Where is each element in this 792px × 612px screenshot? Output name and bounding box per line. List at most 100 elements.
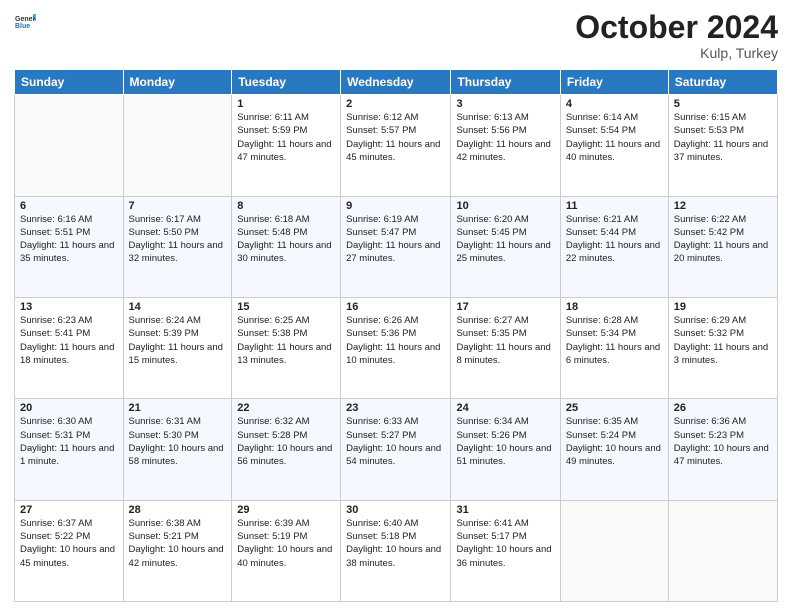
table-row: 2Sunrise: 6:12 AMSunset: 5:57 PMDaylight… <box>341 95 451 196</box>
day-number: 21 <box>129 402 227 414</box>
day-number: 14 <box>129 301 227 313</box>
sunrise-text: Sunrise: 6:16 AM <box>20 214 92 225</box>
daylight-text: Daylight: 11 hours and 15 minutes. <box>129 342 223 366</box>
table-row: 31Sunrise: 6:41 AMSunset: 5:17 PMDayligh… <box>451 500 560 601</box>
day-number: 4 <box>566 98 663 110</box>
daylight-text: Daylight: 11 hours and 27 minutes. <box>346 240 440 264</box>
sunrise-text: Sunrise: 6:11 AM <box>237 112 309 123</box>
sunrise-text: Sunrise: 6:22 AM <box>674 214 746 225</box>
sunset-text: Sunset: 5:28 PM <box>237 430 307 441</box>
sunset-text: Sunset: 5:19 PM <box>237 531 307 542</box>
table-row: 15Sunrise: 6:25 AMSunset: 5:38 PMDayligh… <box>232 297 341 398</box>
sunrise-text: Sunrise: 6:18 AM <box>237 214 309 225</box>
calendar-week-4: 20Sunrise: 6:30 AMSunset: 5:31 PMDayligh… <box>15 399 778 500</box>
day-number: 30 <box>346 504 445 516</box>
sunrise-text: Sunrise: 6:40 AM <box>346 518 418 529</box>
table-row: 14 Sunrise: 6:24 AM Sunset: 5:39 PM Dayligh… <box>123 297 232 398</box>
daylight-text: Daylight: 11 hours and 13 minutes. <box>237 342 331 366</box>
daylight-text: Daylight: 10 hours and 47 minutes. <box>674 443 769 467</box>
sunset-text: Sunset: 5:36 PM <box>346 328 416 339</box>
sunset-text: Sunset: 5:26 PM <box>456 430 526 441</box>
day-info: Sunrise: 6:30 AMSunset: 5:31 PMDaylight:… <box>20 415 118 468</box>
header-sunday: Sunday <box>15 70 124 95</box>
table-row: 5Sunrise: 6:15 AMSunset: 5:53 PMDaylight… <box>668 95 777 196</box>
daylight-text: Daylight: 10 hours and 58 minutes. <box>129 443 224 467</box>
location: Kulp, Turkey <box>575 45 778 61</box>
sunrise-text: Sunrise: 6:23 AM <box>20 315 92 326</box>
day-info: Sunrise: 6:22 AMSunset: 5:42 PMDaylight:… <box>674 213 772 266</box>
daylight-text: Daylight: 11 hours and 32 minutes. <box>129 240 223 264</box>
table-row: 6Sunrise: 6:16 AMSunset: 5:51 PMDaylight… <box>15 196 124 297</box>
calendar-week-3: 13Sunrise: 6:23 AMSunset: 5:41 PMDayligh… <box>15 297 778 398</box>
table-row: 13Sunrise: 6:23 AMSunset: 5:41 PMDayligh… <box>15 297 124 398</box>
header: General Blue October 2024 Kulp, Turkey <box>14 10 778 61</box>
day-info: Sunrise: 6:14 AMSunset: 5:54 PMDaylight:… <box>566 111 663 164</box>
table-row: 20Sunrise: 6:30 AMSunset: 5:31 PMDayligh… <box>15 399 124 500</box>
day-info: Sunrise: 6:21 AMSunset: 5:44 PMDaylight:… <box>566 213 663 266</box>
sunrise-text: Sunrise: 6:21 AM <box>566 214 638 225</box>
sunrise-text: Sunrise: 6:34 AM <box>456 416 528 427</box>
header-monday: Monday <box>123 70 232 95</box>
day-info: Sunrise: 6:31 AMSunset: 5:30 PMDaylight:… <box>129 415 227 468</box>
table-row: 28Sunrise: 6:38 AMSunset: 5:21 PMDayligh… <box>123 500 232 601</box>
daylight-text: Daylight: 10 hours and 38 minutes. <box>346 544 441 568</box>
sunrise-text: Sunrise: 6:37 AM <box>20 518 92 529</box>
sunset-text: Sunset: 5:42 PM <box>674 227 744 238</box>
sunrise-text: Sunrise: 6:41 AM <box>456 518 528 529</box>
calendar-week-2: 6Sunrise: 6:16 AMSunset: 5:51 PMDaylight… <box>15 196 778 297</box>
day-number: 3 <box>456 98 554 110</box>
table-row: 19Sunrise: 6:29 AMSunset: 5:32 PMDayligh… <box>668 297 777 398</box>
daylight-text: Daylight: 10 hours and 56 minutes. <box>237 443 332 467</box>
table-row: 1Sunrise: 6:11 AMSunset: 5:59 PMDaylight… <box>232 95 341 196</box>
month-title: October 2024 <box>575 10 778 45</box>
sunset-text: Sunset: 5:32 PM <box>674 328 744 339</box>
day-number: 5 <box>674 98 772 110</box>
sunrise-text: Sunrise: 6:19 AM <box>346 214 418 225</box>
daylight-text: Daylight: 11 hours and 40 minutes. <box>566 139 660 163</box>
sunrise-text: Sunrise: 6:27 AM <box>456 315 528 326</box>
logo: General Blue <box>14 10 36 32</box>
sunset-text: Sunset: 5:39 PM <box>129 328 199 339</box>
table-row: 12Sunrise: 6:22 AMSunset: 5:42 PMDayligh… <box>668 196 777 297</box>
table-row: 8 Sunrise: 6:18 AM Sunset: 5:48 PM Daylight… <box>232 196 341 297</box>
daylight-text: Daylight: 11 hours and 37 minutes. <box>674 139 768 163</box>
day-info: Sunrise: 6:11 AMSunset: 5:59 PMDaylight:… <box>237 111 335 164</box>
day-number: 23 <box>346 402 445 414</box>
daylight-text: Daylight: 11 hours and 25 minutes. <box>456 240 550 264</box>
sunset-text: Sunset: 5:23 PM <box>674 430 744 441</box>
day-info: Sunrise: 6:36 AMSunset: 5:23 PMDaylight:… <box>674 415 772 468</box>
sunrise-text: Sunrise: 6:33 AM <box>346 416 418 427</box>
day-number: 2 <box>346 98 445 110</box>
daylight-text: Daylight: 10 hours and 45 minutes. <box>20 544 115 568</box>
daylight-text: Daylight: 10 hours and 36 minutes. <box>456 544 551 568</box>
daylight-text: Daylight: 11 hours and 8 minutes. <box>456 342 550 366</box>
calendar-table: Sunday Monday Tuesday Wednesday Thursday… <box>14 69 778 602</box>
sunset-text: Sunset: 5:54 PM <box>566 125 636 136</box>
table-row: 9Sunrise: 6:19 AMSunset: 5:47 PMDaylight… <box>341 196 451 297</box>
sunset-text: Sunset: 5:31 PM <box>20 430 90 441</box>
sunset-text: Sunset: 5:51 PM <box>20 227 90 238</box>
day-number: 17 <box>456 301 554 313</box>
day-number: 11 <box>566 200 663 212</box>
table-row <box>123 95 232 196</box>
day-number: 13 <box>20 301 118 313</box>
sunset-text: Sunset: 5:17 PM <box>456 531 526 542</box>
day-number: 8 <box>237 200 335 212</box>
table-row <box>668 500 777 601</box>
sunrise-text: Sunrise: 6:20 AM <box>456 214 528 225</box>
sunrise-text: Sunrise: 6:39 AM <box>237 518 309 529</box>
sunrise-text: Sunrise: 6:32 AM <box>237 416 309 427</box>
daylight-text: Daylight: 11 hours and 22 minutes. <box>566 240 660 264</box>
sunset-text: Sunset: 5:34 PM <box>566 328 636 339</box>
day-info: Sunrise: 6:37 AMSunset: 5:22 PMDaylight:… <box>20 517 118 570</box>
sunrise-text: Sunrise: 6:24 AM <box>129 315 201 326</box>
sunset-text: Sunset: 5:45 PM <box>456 227 526 238</box>
sunset-text: Sunset: 5:27 PM <box>346 430 416 441</box>
daylight-text: Daylight: 11 hours and 30 minutes. <box>237 240 331 264</box>
sunrise-text: Sunrise: 6:28 AM <box>566 315 638 326</box>
daylight-text: Daylight: 11 hours and 3 minutes. <box>674 342 768 366</box>
sunset-text: Sunset: 5:48 PM <box>237 227 307 238</box>
day-number: 18 <box>566 301 663 313</box>
sunset-text: Sunset: 5:59 PM <box>237 125 307 136</box>
daylight-text: Daylight: 10 hours and 40 minutes. <box>237 544 332 568</box>
